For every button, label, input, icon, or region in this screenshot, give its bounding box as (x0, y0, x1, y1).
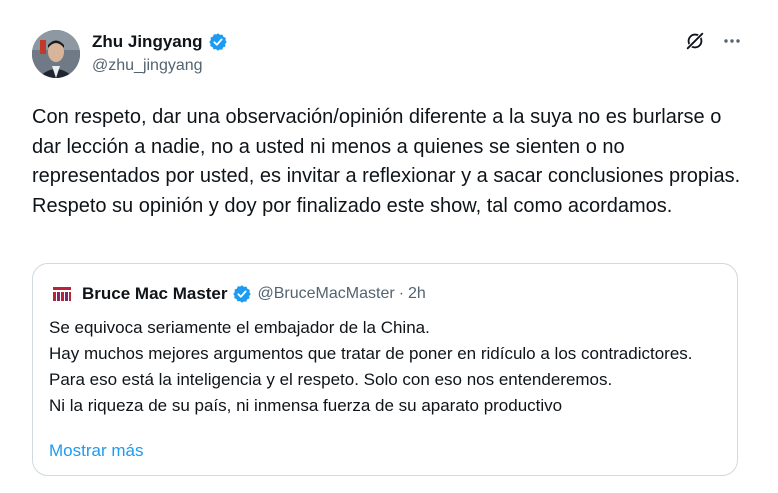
show-more-link[interactable]: Mostrar más (49, 441, 143, 461)
tweet-text: Con respeto, dar una observación/opinión… (32, 106, 741, 217)
quoted-timestamp[interactable]: 2h (408, 285, 426, 303)
grok-icon[interactable] (684, 30, 706, 57)
more-options-icon[interactable] (722, 31, 742, 56)
quoted-separator: · (398, 285, 405, 302)
verified-badge-icon[interactable] (208, 32, 228, 52)
quoted-avatar-logo (50, 282, 74, 306)
quoted-tweet[interactable]: Bruce Mac Master @BruceMacMaster · 2h Se… (32, 263, 738, 476)
author-info: Zhu Jingyang @zhu_jingyang (92, 30, 228, 75)
author-name-row: Zhu Jingyang (92, 30, 228, 54)
quoted-author-name[interactable]: Bruce Mac Master (82, 284, 228, 304)
quoted-author-handle[interactable]: @BruceMacMaster (258, 285, 395, 303)
author-display-name[interactable]: Zhu Jingyang (92, 32, 203, 52)
quoted-author-avatar[interactable] (50, 282, 74, 306)
avatar-photo (32, 30, 80, 78)
author-handle[interactable]: @zhu_jingyang (92, 57, 228, 75)
quoted-tweet-header: Bruce Mac Master @BruceMacMaster · 2h (50, 282, 426, 306)
quoted-verified-badge-icon[interactable] (232, 284, 252, 304)
tweet: Zhu Jingyang @zhu_jingyang Con respeto, … (0, 0, 778, 493)
tweet-top-actions (684, 30, 742, 57)
author-avatar[interactable] (32, 30, 80, 78)
quoted-tweet-text: Se equivoca seriamente el embajador de l… (49, 318, 693, 415)
